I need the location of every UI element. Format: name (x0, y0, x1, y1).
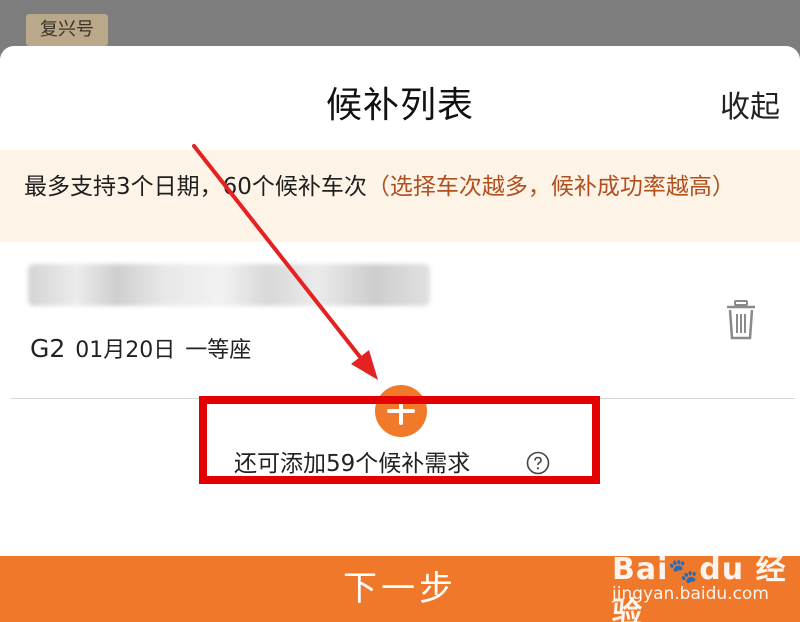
next-step-button[interactable]: 下一步 (0, 556, 800, 622)
collapse-button[interactable]: 收起 (720, 82, 780, 126)
notice-banner: 最多支持3个日期，60个候补车次（选择车次越多，候补成功率越高） (0, 150, 800, 242)
add-waitlist-button[interactable] (375, 385, 427, 437)
sheet-title: 候补列表 (325, 85, 474, 126)
seat-class: 一等座 (185, 338, 252, 363)
waitlist-sheet: 候补列表 收起 最多支持3个日期，60个候补车次（选择车次越多，候补成功率越高）… (0, 46, 800, 556)
remaining-count-text: 还可添加59个候补需求 (234, 451, 471, 477)
notice-hint-text: （选择车次越多，候补成功率越高） (366, 174, 735, 200)
sheet-header: 候补列表 收起 (0, 46, 800, 150)
train-date: 01月20日 (75, 338, 176, 363)
plus-icon (387, 397, 415, 425)
blurred-route-info (28, 264, 430, 306)
help-icon[interactable] (526, 451, 550, 475)
train-info: G2 01月20日 一等座 (30, 332, 251, 364)
train-code: G2 (30, 334, 66, 363)
background-train-tag: 复兴号 (26, 14, 108, 46)
waitlist-item: G2 01月20日 一等座 (0, 242, 800, 398)
trash-icon[interactable] (726, 300, 756, 340)
notice-main-text: 最多支持3个日期，60个候补车次 (24, 174, 367, 200)
